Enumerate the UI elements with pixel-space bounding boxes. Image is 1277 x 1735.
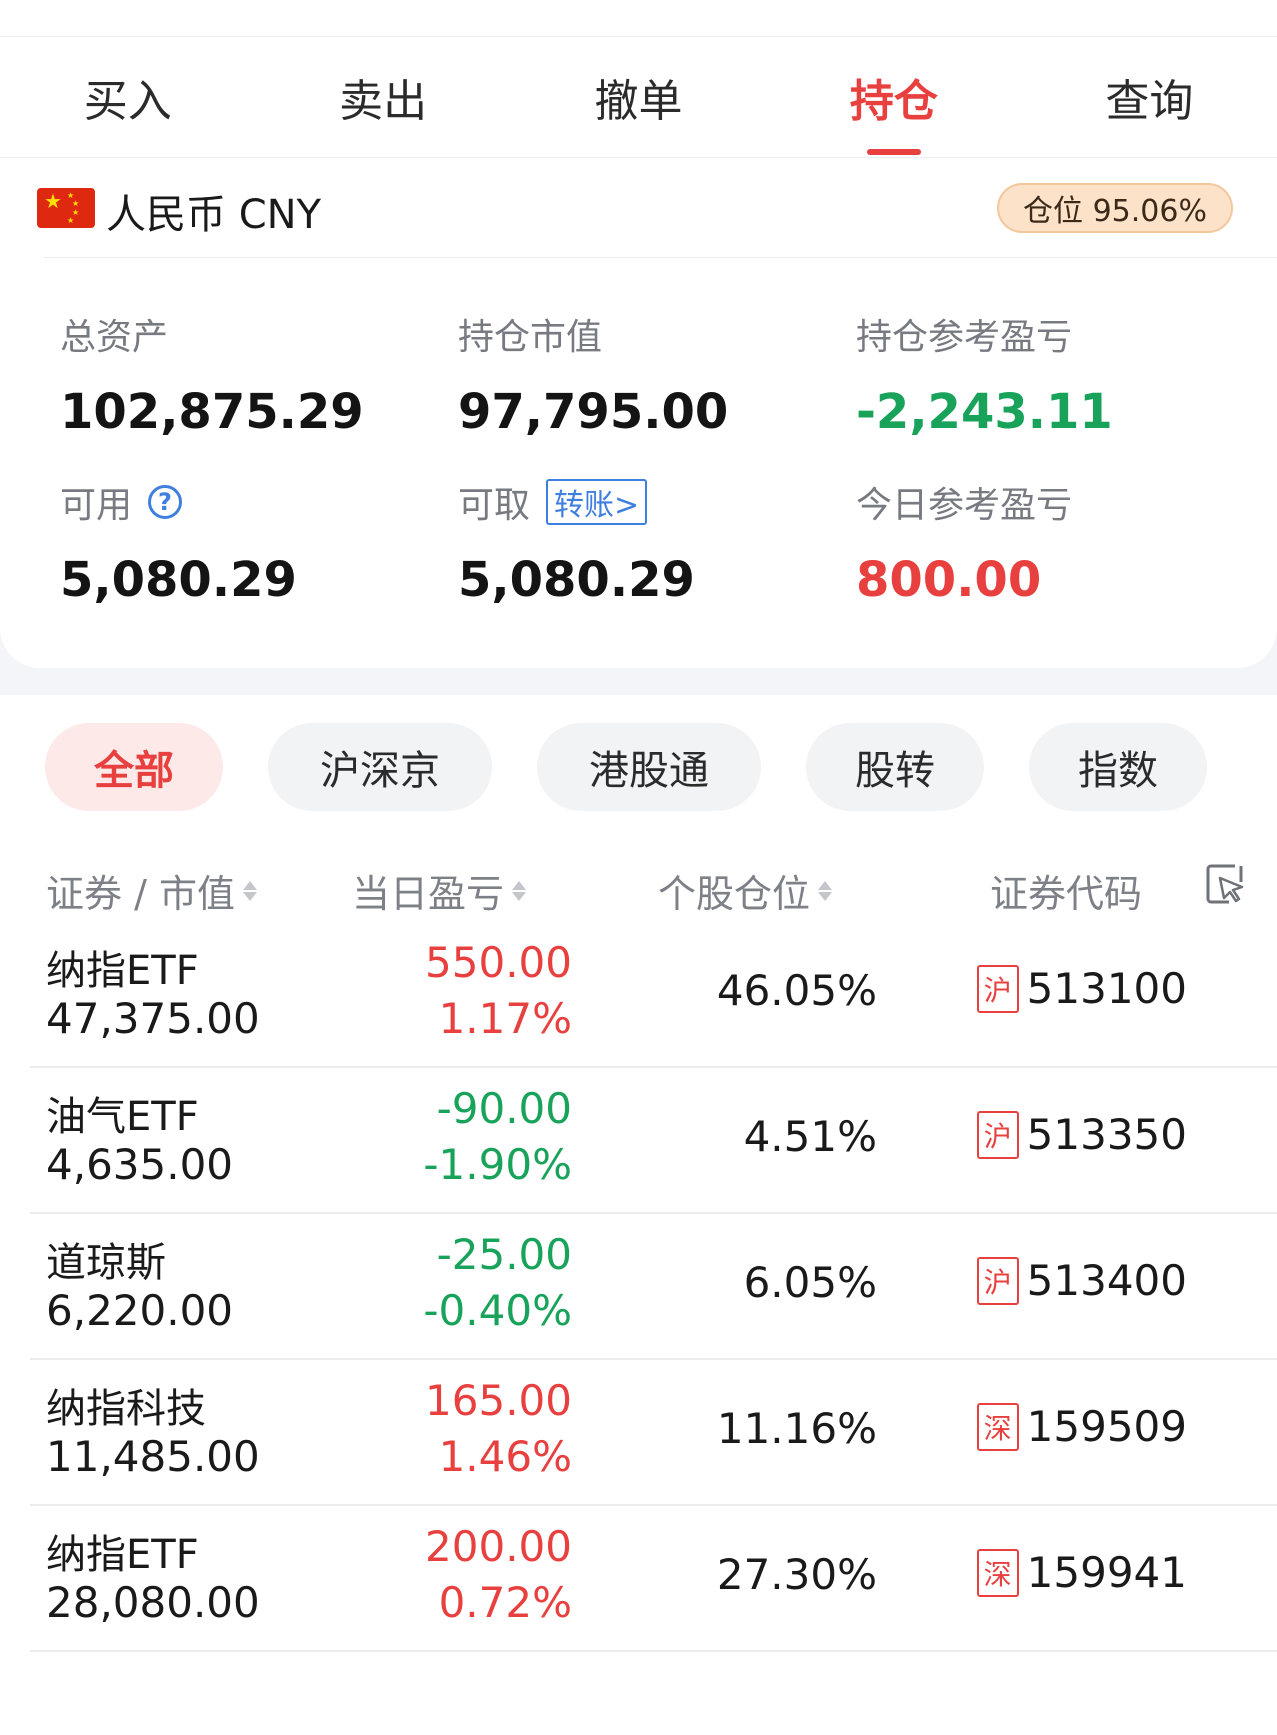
header-code-label: 证券代码 xyxy=(990,872,1143,916)
withdrawable-label-row: 可取 转账> xyxy=(458,476,695,528)
security-name: 纳指科技 xyxy=(46,1386,206,1432)
table-row[interactable]: 纳指ETF 28,080.00 200.00 0.72% 27.30% 深 15… xyxy=(30,1506,1277,1652)
today-pl-amount: 200.00 xyxy=(425,1522,572,1571)
asset-summary-card: 总资产 102,875.29 持仓市值 97,795.00 持仓参考盈亏 -2,… xyxy=(0,258,1277,668)
trade-tab-bar: 买入 卖出 撤单 持仓 查询 xyxy=(0,36,1277,158)
available-funds: 可用 ? 5,080.29 xyxy=(60,476,297,608)
security-name: 油气ETF xyxy=(46,1094,199,1140)
today-pl-percent: -0.40% xyxy=(423,1286,572,1335)
holdings-table-header: 证券 / 市值 当日盈亏 个股仓位 证券代码 xyxy=(0,855,1277,919)
security-market-value: 6,220.00 xyxy=(46,1286,234,1335)
header-position-sort[interactable]: 个股仓位 xyxy=(658,863,833,918)
position-pl-label: 持仓参考盈亏 xyxy=(856,317,1073,358)
market-filter-bar: 全部 沪深京 港股通 股转 指数 xyxy=(0,723,1277,813)
position-percent: 46.05% xyxy=(716,966,877,1015)
security-code: 159509 xyxy=(1026,1402,1187,1451)
tab-buy[interactable]: 买入 xyxy=(0,37,255,157)
header-today-pl-sort[interactable]: 当日盈亏 xyxy=(352,863,527,918)
today-pl-value: 800.00 xyxy=(856,552,1042,608)
header-today-pl-label: 当日盈亏 xyxy=(352,872,505,916)
security-name: 纳指ETF xyxy=(46,1532,199,1578)
position-percent: 11.16% xyxy=(716,1404,877,1453)
currency-label: 人民币 CNY xyxy=(106,192,321,238)
today-pl-amount: -25.00 xyxy=(436,1230,572,1279)
market-tag: 深 xyxy=(976,1402,1019,1451)
tab-holdings[interactable]: 持仓 xyxy=(766,37,1021,157)
market-tag: 深 xyxy=(976,1548,1019,1597)
table-row[interactable]: 道琼斯 6,220.00 -25.00 -0.40% 6.05% 沪 51340… xyxy=(30,1214,1277,1360)
market-tag: 沪 xyxy=(976,1256,1019,1305)
sort-icon xyxy=(818,880,833,901)
security-market-value: 4,635.00 xyxy=(46,1140,234,1189)
security-market-value: 47,375.00 xyxy=(46,994,260,1043)
sort-icon xyxy=(242,880,257,901)
total-assets-label: 总资产 xyxy=(60,317,169,358)
table-row[interactable]: 油气ETF 4,635.00 -90.00 -1.90% 4.51% 沪 513… xyxy=(30,1068,1277,1214)
available-label-row: 可用 ? xyxy=(60,476,297,528)
market-value-value: 97,795.00 xyxy=(458,384,729,440)
market-value-label: 持仓市值 xyxy=(458,317,603,358)
filter-all[interactable]: 全部 xyxy=(45,723,223,811)
market-value: 持仓市值 97,795.00 xyxy=(458,308,728,440)
cn-flag-icon: ★ ★ ★ ★ ★ xyxy=(37,188,95,228)
filter-index[interactable]: 指数 xyxy=(1029,723,1207,811)
header-security-sort[interactable]: 证券 / 市值 xyxy=(46,863,257,918)
transfer-button[interactable]: 转账> xyxy=(546,479,648,525)
total-assets: 总资产 102,875.29 xyxy=(60,308,364,440)
filter-neeq[interactable]: 股转 xyxy=(806,723,984,811)
security-code: 159941 xyxy=(1026,1548,1187,1597)
today-pl-amount: 550.00 xyxy=(425,938,572,987)
column-settings-icon[interactable] xyxy=(1205,862,1247,906)
security-code: 513400 xyxy=(1026,1256,1187,1305)
market-tag: 沪 xyxy=(976,1110,1019,1159)
filter-hk-connect[interactable]: 港股通 xyxy=(537,723,761,811)
security-code-cell: 沪 513400 xyxy=(976,1256,1187,1305)
security-code-cell: 沪 513100 xyxy=(976,964,1187,1013)
withdrawable-funds: 可取 转账> 5,080.29 xyxy=(458,476,695,608)
position-pl-value: -2,243.11 xyxy=(856,384,1113,440)
header-code: 证券代码 xyxy=(990,863,1142,918)
header-security-label: 证券 / 市值 xyxy=(46,872,235,916)
header-position-label: 个股仓位 xyxy=(658,872,811,916)
today-pl-percent: -1.90% xyxy=(423,1140,572,1189)
tab-query[interactable]: 查询 xyxy=(1022,37,1277,157)
sort-icon xyxy=(512,880,527,901)
available-value: 5,080.29 xyxy=(60,552,297,608)
security-market-value: 11,485.00 xyxy=(46,1432,260,1481)
total-assets-value: 102,875.29 xyxy=(60,384,364,440)
security-name: 道琼斯 xyxy=(46,1240,166,1286)
tab-sell[interactable]: 卖出 xyxy=(255,37,510,157)
position-ratio-badge: 仓位 95.06% xyxy=(997,183,1233,233)
withdrawable-value: 5,080.29 xyxy=(458,552,695,608)
today-pl-amount: -90.00 xyxy=(436,1084,572,1133)
currency-row: ★ ★ ★ ★ ★ 人民币 CNY 仓位 95.06% xyxy=(0,158,1277,258)
position-percent: 27.30% xyxy=(716,1550,877,1599)
security-code: 513350 xyxy=(1026,1110,1187,1159)
today-pl-percent: 1.17% xyxy=(438,994,572,1043)
position-percent: 6.05% xyxy=(743,1258,877,1307)
position-percent: 4.51% xyxy=(743,1112,877,1161)
withdrawable-label: 可取 xyxy=(458,485,531,526)
available-label: 可用 xyxy=(60,485,133,526)
table-row[interactable]: 纳指ETF 47,375.00 550.00 1.17% 46.05% 沪 51… xyxy=(30,922,1277,1068)
tab-cancel-order[interactable]: 撤单 xyxy=(511,37,766,157)
security-code-cell: 深 159509 xyxy=(976,1402,1187,1451)
security-name: 纳指ETF xyxy=(46,948,199,994)
today-pl: 今日参考盈亏 800.00 xyxy=(856,476,1072,608)
table-row[interactable]: 纳指科技 11,485.00 165.00 1.46% 11.16% 深 159… xyxy=(30,1360,1277,1506)
today-pl-amount: 165.00 xyxy=(425,1376,572,1425)
security-code-cell: 沪 513350 xyxy=(976,1110,1187,1159)
today-pl-percent: 0.72% xyxy=(438,1578,572,1627)
security-market-value: 28,080.00 xyxy=(46,1578,260,1627)
help-icon[interactable]: ? xyxy=(148,485,183,519)
security-code-cell: 深 159941 xyxy=(976,1548,1187,1597)
filter-sh-sz-bj[interactable]: 沪深京 xyxy=(268,723,492,811)
today-pl-percent: 1.46% xyxy=(438,1432,572,1481)
security-code: 513100 xyxy=(1026,964,1187,1013)
market-tag: 沪 xyxy=(976,964,1019,1013)
today-pl-label: 今日参考盈亏 xyxy=(856,485,1073,526)
position-pl: 持仓参考盈亏 -2,243.11 xyxy=(856,308,1113,440)
